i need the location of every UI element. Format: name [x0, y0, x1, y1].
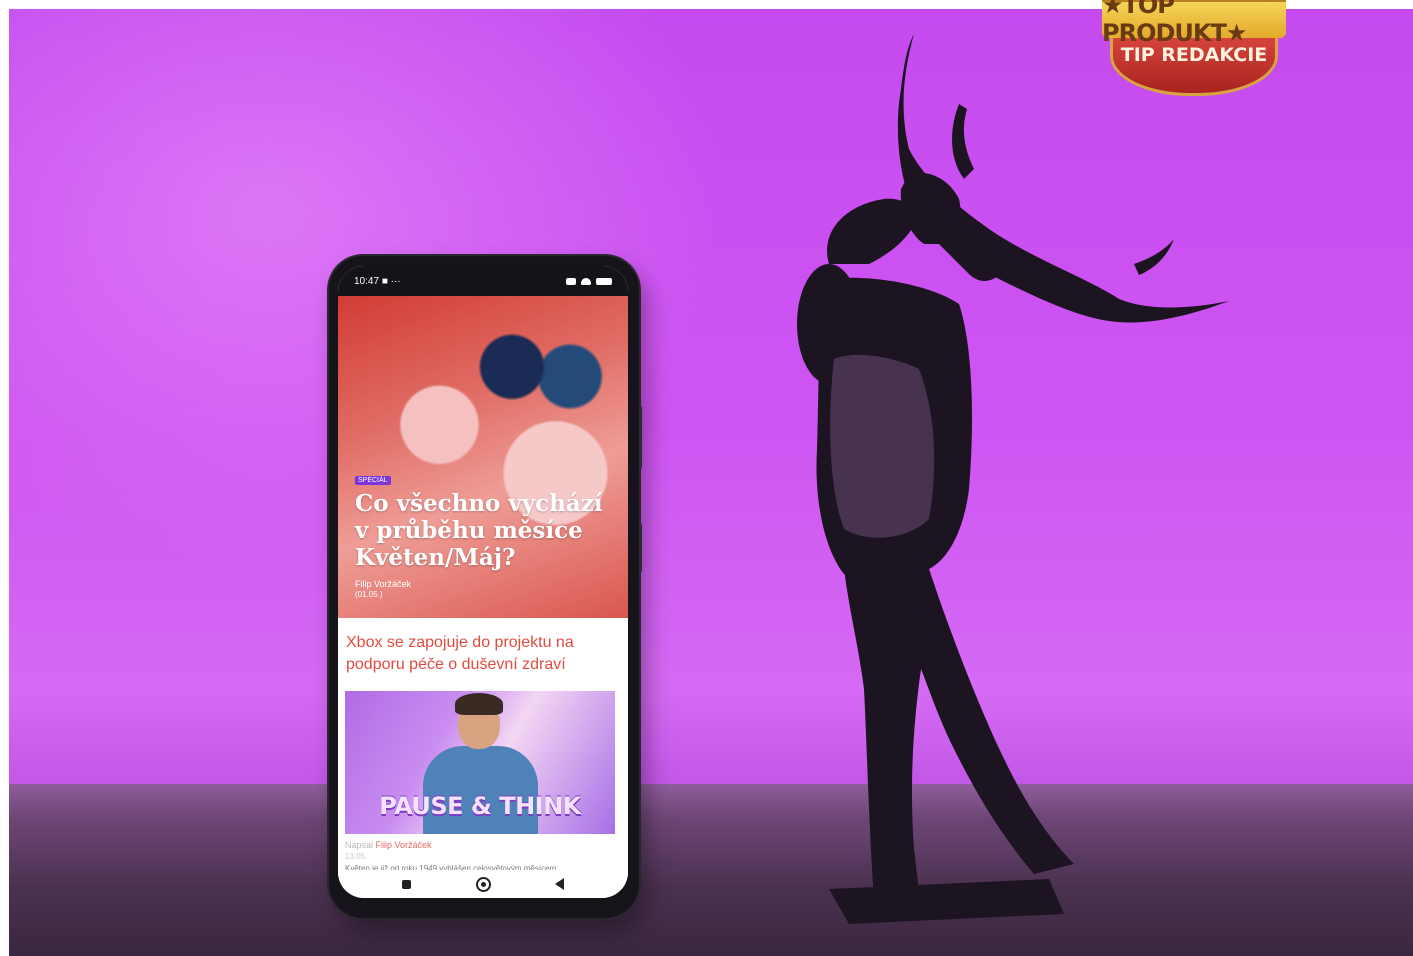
article-thumbnail[interactable]: PAUSE & THINK	[345, 691, 615, 834]
status-bar: 10:47 ■ ···	[338, 266, 628, 296]
status-icons	[566, 277, 612, 285]
badge-banner: ★TOP PRODUKT★	[1102, 0, 1286, 47]
article-byline: Napsal Filip Voržáček	[345, 840, 432, 850]
byline-prefix: Napsal	[345, 840, 374, 850]
hero-date: (01.05.)	[355, 590, 383, 599]
article-author[interactable]: Filip Voržáček	[376, 840, 432, 850]
hero-title[interactable]: Co všechno vychází v průběhu měsíce Květ…	[355, 490, 615, 571]
smartphone: 10:47 ■ ··· SPECIÁL Co všechno vychází v…	[329, 256, 642, 918]
person-hair	[455, 693, 503, 715]
thumbnail-text: PAUSE & THINK	[379, 792, 581, 820]
wifi-icon	[581, 277, 591, 285]
hero-article[interactable]: SPECIÁL Co všechno vychází v průběhu měs…	[338, 296, 628, 618]
person-body	[423, 746, 538, 834]
status-extra: ■ ···	[381, 275, 401, 287]
award-badge: TIP REDAKCIE ★TOP PRODUKT★	[1102, 0, 1286, 100]
navigation-bar	[338, 870, 628, 898]
article-date: 13.05.	[345, 852, 368, 861]
power-button	[639, 524, 642, 572]
hero-author: Filip Voržáček	[355, 579, 412, 589]
back-triangle-icon[interactable]	[554, 878, 564, 890]
square-icon[interactable]	[402, 879, 412, 889]
article-title[interactable]: Xbox se zapojuje do projektu na podporu …	[346, 632, 616, 676]
phone-screen: 10:47 ■ ··· SPECIÁL Co všechno vychází v…	[338, 266, 628, 898]
battery-icon	[596, 277, 612, 285]
photo-scene: 10:47 ■ ··· SPECIÁL Co všechno vychází v…	[9, 9, 1413, 956]
volume-button	[639, 406, 642, 468]
sim-icon	[566, 277, 576, 285]
legs-shape	[844, 569, 1074, 899]
home-circle-icon[interactable]	[475, 876, 491, 892]
base-shape	[829, 879, 1064, 924]
status-time: 10:47	[354, 275, 380, 287]
hero-tag: SPECIÁL	[355, 476, 391, 485]
figure-silhouette	[797, 34, 1229, 924]
